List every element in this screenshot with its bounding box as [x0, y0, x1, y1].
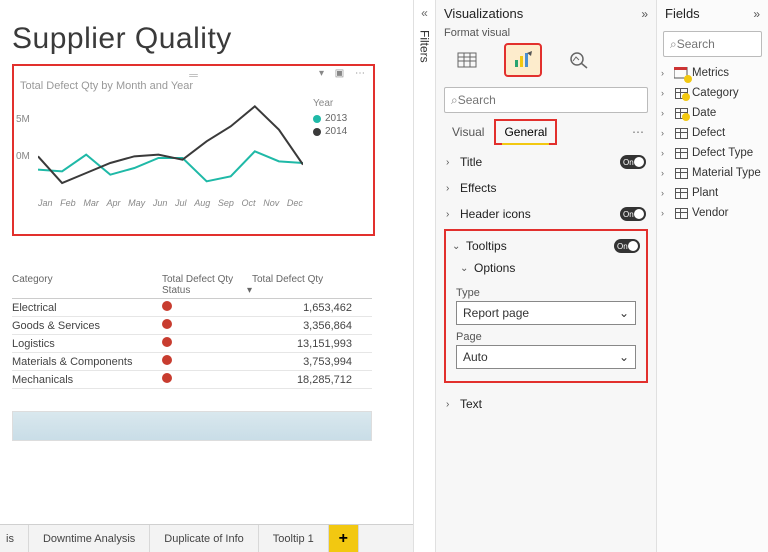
filters-rail[interactable]: « Filters — [413, 0, 435, 552]
field-material-type[interactable]: ›Material Type — [659, 163, 766, 183]
fields-search-input[interactable] — [677, 37, 768, 51]
visual-action-icons[interactable]: ▾ ▣ ⋯ — [319, 68, 369, 79]
page-select[interactable]: Auto ⌄ — [456, 345, 636, 369]
table-icon — [673, 66, 689, 80]
table-icon — [673, 106, 689, 120]
field-vendor[interactable]: ›Vendor — [659, 203, 766, 223]
title-toggle[interactable]: On — [620, 155, 646, 169]
status-dot-icon — [162, 373, 172, 383]
chart-visual[interactable]: ═ ▾ ▣ ⋯ Total Defect Qty by Month and Ye… — [12, 64, 375, 236]
format-visual-label: Format visual — [436, 27, 656, 39]
section-title[interactable]: › Title On — [440, 149, 652, 175]
collapse-fields-icon[interactable]: » — [753, 7, 760, 21]
table-header: Category Total Defect Qty Status▾ Total … — [12, 274, 372, 299]
y-axis-labels: 5M 0M — [16, 114, 30, 188]
chart-plot — [38, 98, 303, 198]
chevron-right-icon: › — [446, 157, 460, 168]
visualizations-title: Visualizations — [444, 6, 523, 21]
chevron-down-icon: ⌄ — [460, 263, 474, 274]
section-text[interactable]: › Text — [440, 391, 652, 417]
visualizations-panel: Visualizations » Format visual ⌕ Visual … — [435, 0, 656, 552]
format-visual-button[interactable] — [506, 45, 540, 75]
filters-label: Filters — [418, 30, 432, 63]
table-icon — [673, 86, 689, 100]
page-title: Supplier Quality — [12, 22, 413, 56]
drag-handle-icon[interactable]: ═ — [189, 68, 198, 82]
tab-downtime[interactable]: Downtime Analysis — [29, 525, 150, 552]
table-row[interactable]: Electrical1,653,462 — [12, 299, 372, 317]
header-icons-toggle[interactable]: On — [620, 207, 646, 221]
field-defect[interactable]: ›Defect — [659, 123, 766, 143]
type-select[interactable]: Report page ⌄ — [456, 301, 636, 325]
field-defect-type[interactable]: ›Defect Type — [659, 143, 766, 163]
section-header-icons[interactable]: › Header icons On — [440, 201, 652, 227]
tab-partial[interactable]: is — [0, 525, 29, 552]
table-icon — [673, 186, 689, 200]
section-options[interactable]: ⌄ Options — [450, 257, 642, 279]
chevron-down-icon: ⌄ — [452, 241, 466, 252]
tab-tooltip1[interactable]: Tooltip 1 — [259, 525, 329, 552]
tooltips-toggle[interactable]: On — [614, 239, 640, 253]
fields-title: Fields — [665, 6, 700, 21]
tab-general[interactable]: General — [496, 121, 555, 143]
field-plant[interactable]: ›Plant — [659, 183, 766, 203]
table-icon — [673, 166, 689, 180]
chevron-right-icon: › — [446, 399, 460, 410]
type-label: Type — [456, 287, 636, 299]
tab-duplicate[interactable]: Duplicate of Info — [150, 525, 259, 552]
fields-panel: Fields » ⌕ ›Metrics›Category›Date›Defect… — [656, 0, 768, 552]
more-options-icon[interactable]: ⋯ — [628, 125, 648, 139]
table-row[interactable]: Logistics13,151,993 — [12, 335, 372, 353]
x-axis-labels: JanFebMarAprMayJunJulAugSepOctNovDec — [38, 198, 303, 208]
search-icon: ⌕ — [451, 93, 458, 108]
map-visual[interactable] — [12, 411, 372, 441]
collapse-icon[interactable]: « — [421, 6, 428, 20]
category-table[interactable]: Category Total Defect Qty Status▾ Total … — [12, 274, 372, 389]
section-tooltips[interactable]: ⌄ Tooltips On — [450, 235, 642, 257]
tab-visual[interactable]: Visual — [444, 121, 492, 143]
field-date[interactable]: ›Date — [659, 103, 766, 123]
chart-legend: Year 2013 2014 — [313, 98, 347, 198]
analytics-button[interactable] — [562, 45, 596, 75]
format-search-input[interactable] — [458, 93, 641, 107]
table-row[interactable]: Goods & Services3,356,864 — [12, 317, 372, 335]
status-dot-icon — [162, 355, 172, 365]
field-metrics[interactable]: ›Metrics — [659, 63, 766, 83]
chevron-right-icon: › — [446, 209, 460, 220]
collapse-vis-icon[interactable]: » — [641, 7, 648, 21]
search-icon: ⌕ — [670, 37, 677, 52]
fields-search[interactable]: ⌕ — [663, 31, 762, 57]
format-search[interactable]: ⌕ — [444, 87, 648, 113]
report-canvas: Supplier Quality ═ ▾ ▣ ⋯ Total Defect Qt… — [0, 0, 413, 552]
field-category[interactable]: ›Category — [659, 83, 766, 103]
status-dot-icon — [162, 319, 172, 329]
chevron-down-icon: ⌄ — [619, 350, 629, 364]
build-visual-button[interactable] — [450, 45, 484, 75]
chevron-down-icon: ⌄ — [619, 306, 629, 320]
status-dot-icon — [162, 337, 172, 347]
add-page-button[interactable]: + — [329, 525, 359, 552]
table-icon — [673, 206, 689, 220]
table-icon — [673, 126, 689, 140]
page-tabs: is Downtime Analysis Duplicate of Info T… — [0, 524, 413, 552]
page-label: Page — [456, 331, 636, 343]
chevron-right-icon: › — [446, 183, 460, 194]
table-row[interactable]: Materials & Components3,753,994 — [12, 353, 372, 371]
table-icon — [673, 146, 689, 160]
status-dot-icon — [162, 301, 172, 311]
section-effects[interactable]: › Effects — [440, 175, 652, 201]
section-tooltips-box: ⌄ Tooltips On ⌄ Options Type Report page… — [444, 229, 648, 383]
table-row[interactable]: Mechanicals18,285,712 — [12, 371, 372, 389]
